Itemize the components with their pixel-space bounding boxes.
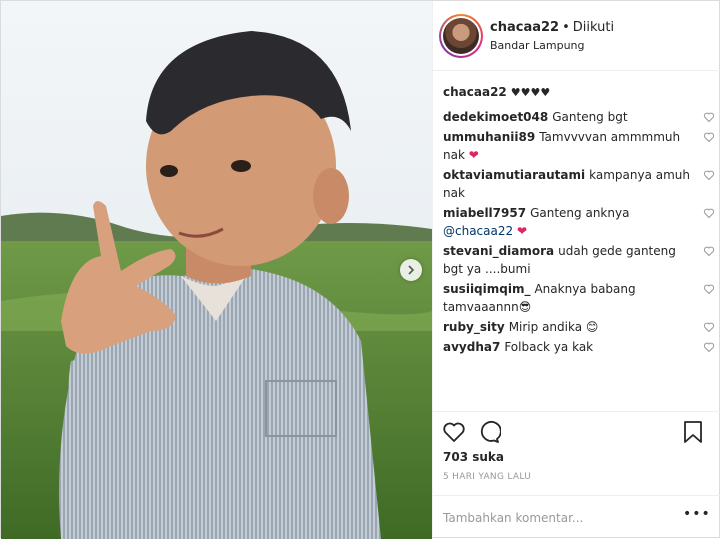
post-photo[interactable] [1, 1, 432, 539]
post-dialog: chacaa22 • Diikuti Bandar Lampung chacaa22… [0, 0, 720, 539]
caption: chacaa22 ♥♥♥♥ [443, 83, 715, 102]
comment-username[interactable]: susiiqimqim_ [443, 282, 530, 296]
comment-emoji: ❤ [516, 224, 528, 238]
comment-mention[interactable]: @chacaa22 [443, 224, 513, 238]
header-username[interactable]: chacaa22 [490, 20, 559, 35]
heart-outline-icon[interactable] [703, 321, 715, 333]
chevron-right-icon [408, 265, 415, 275]
post-side-panel: chacaa22 • Diikuti Bandar Lampung chacaa22… [432, 1, 720, 539]
location-link[interactable]: Bandar Lampung [490, 39, 585, 52]
comment-username[interactable]: avydha7 [443, 340, 500, 354]
heart-outline-icon[interactable] [703, 341, 715, 353]
next-photo-button[interactable] [400, 259, 422, 281]
comment-text: Mirip andika [508, 320, 583, 334]
follow-status-button[interactable]: Diikuti [573, 20, 614, 35]
heart-outline-icon[interactable] [442, 420, 466, 444]
post-timestamp[interactable]: 5 HARI YANG LALU [443, 472, 531, 482]
avatar-image [443, 18, 479, 54]
heart-outline-icon[interactable] [703, 283, 715, 295]
comment-item: ruby_sity Mirip andika 😊 [443, 318, 715, 336]
heart-outline-icon[interactable] [703, 111, 715, 123]
add-comment-bar: ••• [433, 495, 720, 540]
header-user-line: chacaa22 • Diikuti [490, 20, 614, 35]
comment-emoji: 😊 [585, 320, 599, 334]
comment-username[interactable]: dedekimoet048 [443, 110, 548, 124]
post-actions: 703 suka 5 HARI YANG LALU ••• [433, 411, 720, 539]
heart-outline-icon[interactable] [703, 169, 715, 181]
heart-outline-icon[interactable] [703, 131, 715, 143]
avatar[interactable] [439, 14, 483, 58]
comment-item: stevani_diamora udah gede ganteng bgt ya … [443, 242, 715, 278]
heart-outline-icon[interactable] [703, 245, 715, 257]
heart-outline-icon[interactable] [703, 207, 715, 219]
comment-username[interactable]: miabell7957 [443, 206, 526, 220]
photo-illustration [1, 1, 432, 539]
separator-dot: • [562, 20, 570, 35]
bookmark-icon[interactable] [682, 420, 704, 444]
comment-username[interactable]: ruby_sity [443, 320, 505, 334]
comment-item: avydha7 Folback ya kak [443, 338, 715, 356]
comment-emoji: 😎 [518, 300, 532, 314]
comment-item: miabell7957 Ganteng anknya @chacaa22 ❤ [443, 204, 715, 240]
add-comment-input[interactable] [443, 508, 673, 528]
comment-emoji: ❤ [468, 148, 479, 162]
comment-item: dedekimoet048 Ganteng bgt [443, 108, 715, 126]
comments-list: chacaa22 ♥♥♥♥ dedekimoet048 Ganteng bgt um… [443, 83, 715, 358]
avatar-border [441, 16, 481, 56]
comment-text: Folback ya kak [504, 340, 594, 354]
comment-item: susiiqimqim_ Anaknya babang tamvaaannn😎 [443, 280, 715, 316]
caption-username[interactable]: chacaa22 [443, 85, 507, 99]
comment-item: oktaviamutiarautami kampanya amuh nak [443, 166, 715, 202]
comment-item: ummuhanii89 Tamvvvvan ammmmuh nak ❤ [443, 128, 715, 164]
likes-count[interactable]: 703 suka [443, 450, 504, 464]
comment-text: Ganteng anknya [530, 206, 630, 220]
comment-username[interactable]: ummuhanii89 [443, 130, 535, 144]
more-options-button[interactable]: ••• [683, 506, 711, 522]
caption-text: ♥♥♥♥ [510, 86, 551, 99]
comment-username[interactable]: oktaviamutiarautami [443, 168, 585, 182]
comment-text: Ganteng bgt [552, 110, 628, 124]
comment-username[interactable]: stevani_diamora [443, 244, 554, 258]
post-header: chacaa22 • Diikuti Bandar Lampung [433, 1, 720, 71]
speech-bubble-icon[interactable] [477, 420, 501, 444]
